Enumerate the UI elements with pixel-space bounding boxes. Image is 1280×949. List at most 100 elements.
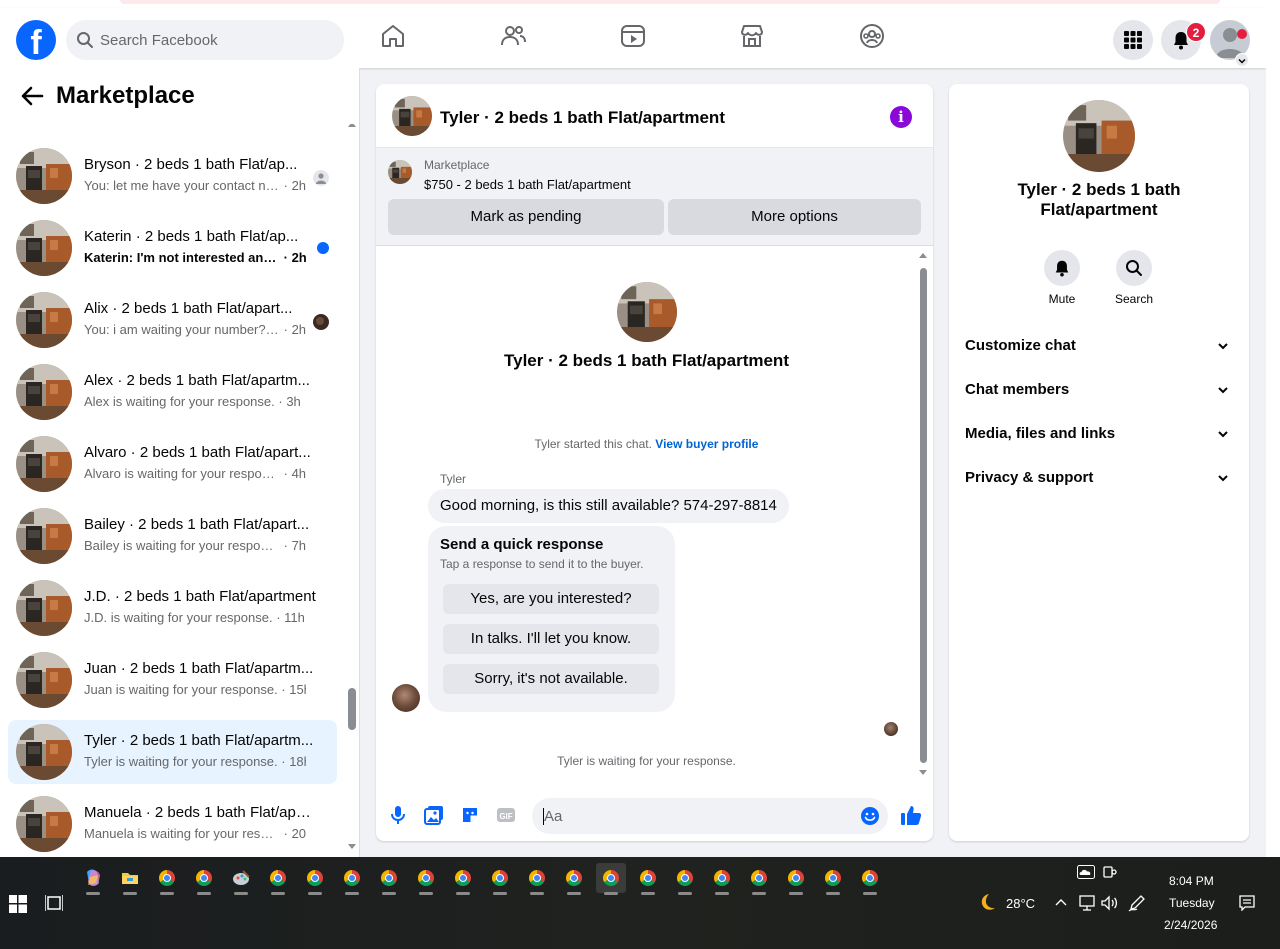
chrome-glyph	[566, 870, 582, 886]
scroll-down-arrow[interactable]	[348, 844, 356, 849]
home-icon[interactable]	[379, 22, 407, 50]
conversation-item[interactable]: Alex · 2 beds 1 bath Flat/apartm... Alex …	[8, 360, 337, 424]
conversation-title: Alex · 2 beds 1 bath Flat/apartm...	[84, 372, 310, 389]
page-scrollbar[interactable]	[1266, 8, 1280, 857]
sender-avatar[interactable]	[392, 684, 420, 712]
video-icon[interactable]	[619, 22, 647, 50]
mute-circle[interactable]	[1044, 250, 1080, 286]
chrome-glyph	[307, 870, 323, 886]
volume-icon[interactable]	[1101, 895, 1119, 911]
unread-dot-icon	[317, 242, 329, 254]
conversation-item[interactable]: Alix · 2 beds 1 bath Flat/apart... You: i…	[8, 288, 337, 352]
message-bubble[interactable]: Good morning, is this still available? 5…	[428, 489, 789, 523]
chrome-icon[interactable]	[781, 863, 811, 895]
chrome-icon[interactable]	[744, 863, 774, 895]
quick-reply-not-available[interactable]: Sorry, it's not available.	[443, 664, 659, 694]
conversation-item[interactable]: Alvaro · 2 beds 1 bath Flat/apart... Alva…	[8, 432, 337, 496]
back-arrow-icon[interactable]	[20, 85, 44, 107]
chrome-icon[interactable]	[448, 863, 478, 895]
chrome-icon[interactable]	[411, 863, 441, 895]
listing-title[interactable]: $750 - 2 beds 1 bath Flat/apartment	[424, 177, 631, 192]
clock-day[interactable]: Tuesday	[1169, 896, 1215, 910]
conversation-item[interactable]: Manuela · 2 beds 1 bath Flat/apa... Manue…	[8, 792, 337, 856]
account-chevron[interactable]	[1235, 53, 1249, 67]
sidebar-scrollbar-thumb[interactable]	[348, 688, 356, 730]
chrome-icon[interactable]	[189, 863, 219, 895]
chrome-icon[interactable]	[670, 863, 700, 895]
section-chat-members[interactable]: Chat members	[949, 368, 1249, 412]
conversation-item[interactable]: Bryson · 2 beds 1 bath Flat/ap... You: le…	[8, 144, 337, 208]
chrome-icon[interactable]	[263, 863, 293, 895]
chrome-glyph	[677, 870, 693, 886]
mute-button[interactable]: Mute	[1027, 250, 1097, 306]
chrome-icon[interactable]	[818, 863, 848, 895]
network-icon[interactable]	[1078, 895, 1096, 911]
search-conversation-button[interactable]: Search	[1099, 250, 1169, 306]
section-privacy-support[interactable]: Privacy & support	[949, 456, 1249, 500]
info-icon[interactable]: i	[890, 106, 912, 128]
chrome-icon[interactable]	[559, 863, 589, 895]
thread-scroll-down[interactable]	[919, 770, 927, 775]
notification-center-icon[interactable]	[1239, 895, 1255, 911]
file-explorer-icon[interactable]	[115, 863, 145, 895]
chrome-icon[interactable]	[152, 863, 182, 895]
onedrive-icon[interactable]	[1077, 865, 1095, 879]
thread-scrollbar-thumb[interactable]	[920, 268, 927, 763]
conversation-item[interactable]: Bailey · 2 beds 1 bath Flat/apart... Bail…	[8, 504, 337, 568]
drawing-app-icon[interactable]	[226, 863, 256, 895]
chrome-icon[interactable]	[522, 863, 552, 895]
listing-thumbnail[interactable]	[1063, 100, 1135, 172]
groups-icon[interactable]	[858, 22, 886, 50]
view-buyer-profile-link[interactable]: View buyer profile	[655, 437, 758, 451]
section-customize-chat[interactable]: Customize chat	[949, 324, 1249, 368]
gif-icon[interactable]: GIF	[496, 805, 516, 825]
chrome-glyph	[159, 870, 175, 886]
details-title: Tyler · 2 beds 1 bath Flat/apartment	[1017, 180, 1181, 219]
more-options-button[interactable]: More options	[668, 199, 921, 235]
clock-time[interactable]: 8:04 PM	[1169, 874, 1214, 888]
sticker-icon[interactable]	[460, 805, 480, 825]
copilot-icon[interactable]	[78, 863, 108, 895]
friends-icon[interactable]	[499, 22, 527, 50]
task-view-icon[interactable]	[45, 894, 63, 912]
windows-start-icon[interactable]	[9, 895, 27, 913]
quick-reply-yes[interactable]: Yes, are you interested?	[443, 584, 659, 614]
search-box[interactable]	[66, 20, 344, 60]
thumbs-up-icon[interactable]	[900, 804, 922, 826]
emoji-icon[interactable]	[860, 806, 880, 826]
chrome-icon[interactable]	[374, 863, 404, 895]
chrome-icon[interactable]	[633, 863, 663, 895]
mark-as-pending-button[interactable]: Mark as pending	[388, 199, 664, 235]
chrome-icon[interactable]	[337, 863, 367, 895]
photo-icon[interactable]	[424, 805, 444, 825]
chrome-icon[interactable]	[707, 863, 737, 895]
search-circle[interactable]	[1116, 250, 1152, 286]
menu-button[interactable]	[1113, 20, 1153, 60]
device-icon[interactable]	[1103, 865, 1117, 879]
temperature[interactable]: 28°C	[1006, 896, 1035, 911]
pen-icon[interactable]	[1128, 894, 1146, 912]
conversation-item[interactable]: J.D. · 2 beds 1 bath Flat/apartment J.D. …	[8, 576, 337, 640]
conversation-item[interactable]: Juan · 2 beds 1 bath Flat/apartm... Juan …	[8, 648, 337, 712]
microphone-icon[interactable]	[388, 805, 408, 825]
clock-date[interactable]: 2/24/2026	[1164, 918, 1217, 932]
marketplace-icon[interactable]	[738, 22, 766, 50]
conversation-item[interactable]: Katerin · 2 beds 1 bath Flat/ap... Kateri…	[8, 216, 337, 280]
chrome-icon[interactable]	[855, 863, 885, 895]
facebook-logo-icon[interactable]: f	[16, 20, 56, 60]
quick-reply-in-talks[interactable]: In talks. I'll let you know.	[443, 624, 659, 654]
chat-header-title[interactable]: Tyler · 2 beds 1 bath Flat/apartment	[440, 108, 725, 128]
search-input[interactable]	[100, 20, 330, 60]
message-input[interactable]	[544, 798, 844, 834]
search-label: Search	[1114, 292, 1154, 306]
listing-thumbnail[interactable]	[392, 96, 432, 136]
chevron-up-icon[interactable]	[1055, 897, 1067, 907]
thread-scroll-up[interactable]	[919, 253, 927, 258]
section-media-files-links[interactable]: Media, files and links	[949, 412, 1249, 456]
moon-weather-icon[interactable]	[975, 892, 997, 914]
chrome-icon[interactable]	[485, 863, 515, 895]
message-input-wrap[interactable]	[532, 798, 888, 834]
chrome-icon[interactable]	[300, 863, 330, 895]
chrome-icon[interactable]	[596, 863, 626, 895]
conversation-item[interactable]: Tyler · 2 beds 1 bath Flat/apartm... Tyle…	[8, 720, 337, 784]
